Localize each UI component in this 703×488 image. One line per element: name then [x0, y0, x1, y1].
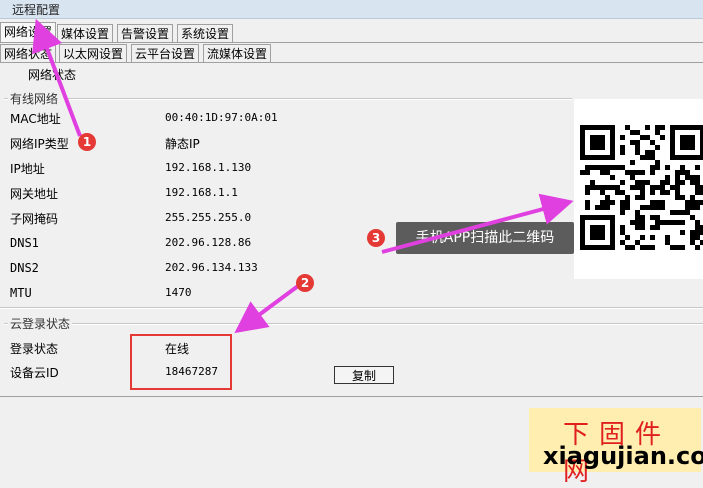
ip-type-label: 网络IP类型: [10, 137, 69, 151]
highlight-box: [130, 334, 232, 390]
tab-network-status[interactable]: 网络状态: [0, 44, 57, 63]
cloud-group-title: 云登录状态: [10, 317, 71, 331]
mac-value: 00:40:1D:97:0A:01: [165, 111, 278, 124]
gateway-value: 192.168.1.1: [165, 186, 238, 199]
dns2-label: DNS2: [10, 261, 39, 275]
group-divider: [4, 98, 8, 100]
gateway-label: 网关地址: [10, 187, 59, 201]
group-divider: [64, 98, 572, 100]
mtu-value: 1470: [165, 286, 192, 299]
dns1-label: DNS1: [10, 236, 39, 250]
group-divider: [4, 323, 8, 325]
group-divider: [72, 323, 703, 325]
device-cloud-id-label: 设备云ID: [10, 366, 59, 380]
tab-media-settings[interactable]: 媒体设置: [57, 24, 114, 43]
title-bar: 远程配置: [0, 0, 703, 19]
site-watermark: 下固件网 xiagujian.com: [529, 408, 703, 487]
wired-group-title: 有线网络: [10, 92, 59, 106]
tab-cloud-settings[interactable]: 云平台设置: [131, 44, 200, 63]
mtu-label: MTU: [10, 286, 32, 300]
copy-button[interactable]: 复制: [334, 366, 394, 384]
tab-divider: [0, 42, 703, 43]
ip-label: IP地址: [10, 162, 45, 176]
step-badge-3: 3: [367, 229, 385, 247]
tab-streaming-settings[interactable]: 流媒体设置: [203, 44, 272, 63]
tab-system-settings[interactable]: 系统设置: [177, 24, 234, 43]
ip-value: 192.168.1.130: [165, 161, 252, 174]
tab-ethernet-settings[interactable]: 以太网设置: [59, 44, 128, 63]
step-badge-2: 2: [296, 274, 314, 292]
subnet-label: 子网掩码: [10, 212, 59, 226]
dns2-value: 202.96.134.133: [165, 261, 258, 274]
qr-code: [574, 99, 703, 279]
tab-network-settings[interactable]: 网络设置: [0, 22, 57, 43]
tab-alarm-settings[interactable]: 告警设置: [117, 24, 174, 43]
mac-label: MAC地址: [10, 112, 61, 126]
step-badge-1: 1: [78, 133, 96, 151]
login-status-label: 登录状态: [10, 342, 59, 356]
dns1-value: 202.96.128.86: [165, 236, 252, 249]
scan-hint-tooltip: 手机APP扫描此二维码: [396, 222, 574, 254]
section-divider: [0, 307, 703, 309]
watermark-line2: xiagujian.com: [543, 442, 703, 470]
window-title: 远程配置: [12, 3, 61, 17]
subnet-value: 255.255.255.0: [165, 211, 252, 224]
panel-subtitle: 网络状态: [28, 68, 77, 82]
ip-type-value: 静态IP: [165, 137, 200, 151]
